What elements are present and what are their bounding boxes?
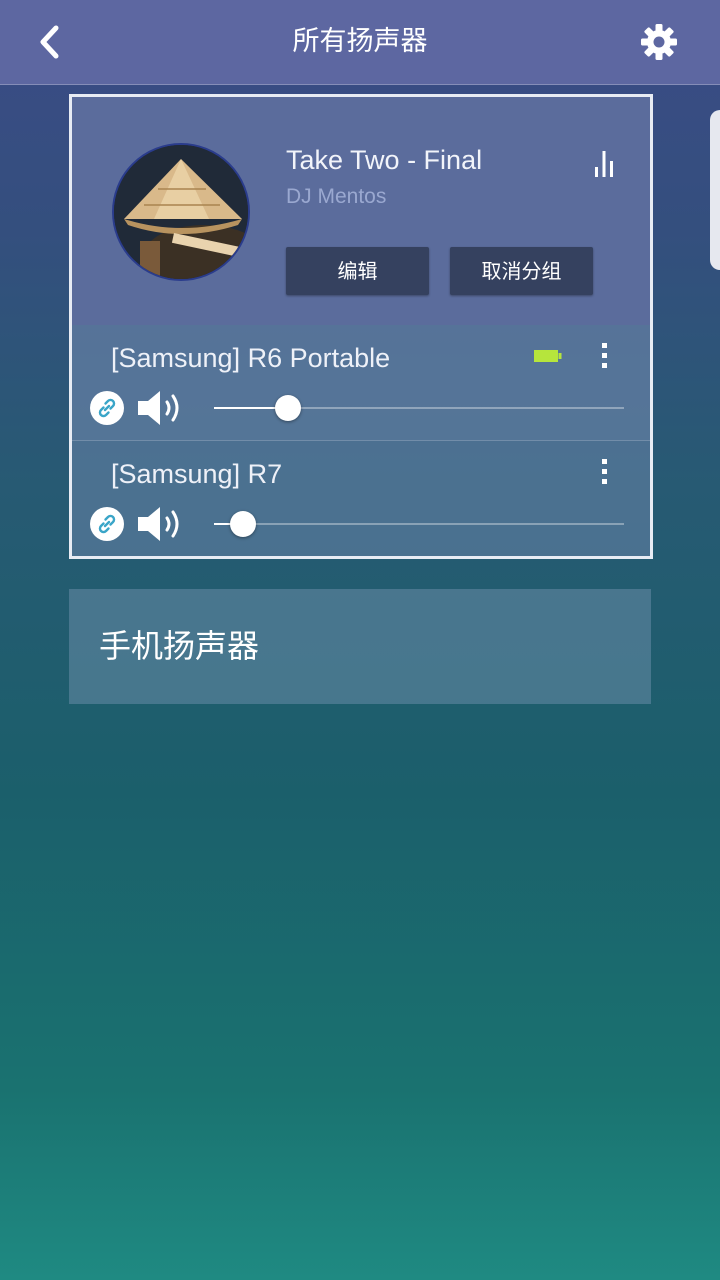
speaker-group-card: Take Two - Final DJ Mentos 编辑 取消分组 [Sams… [69, 94, 653, 559]
chain-link-icon [98, 398, 116, 418]
chain-link-icon [98, 514, 116, 534]
speaker-name: [Samsung] R6 Portable [111, 343, 391, 373]
app-header: 所有扬声器 [0, 0, 720, 85]
now-playing-panel: Take Two - Final DJ Mentos 编辑 取消分组 [72, 97, 650, 325]
more-options-icon[interactable] [594, 341, 614, 371]
edge-panel-handle[interactable] [710, 110, 720, 270]
edit-button[interactable]: 编辑 [286, 247, 429, 295]
page-title: 所有扬声器 [292, 26, 428, 57]
volume-icon[interactable] [138, 507, 186, 541]
phone-speaker-label: 手机扬声器 [99, 627, 260, 665]
equalizer-bars-icon[interactable] [594, 151, 614, 177]
gear-icon [641, 24, 677, 60]
volume-slider[interactable] [214, 395, 624, 421]
track-artist: DJ Mentos [286, 185, 387, 208]
volume-slider-thumb[interactable] [229, 511, 256, 537]
speaker-row: [Samsung] R6 Portable [72, 325, 650, 441]
battery-icon [534, 350, 562, 362]
volume-icon[interactable] [138, 391, 186, 425]
settings-button[interactable] [638, 21, 680, 63]
speaker-name: [Samsung] R7 [111, 459, 283, 489]
link-icon[interactable] [90, 507, 124, 541]
link-icon[interactable] [90, 391, 124, 425]
speaker-row: [Samsung] R7 [72, 441, 650, 556]
volume-slider[interactable] [214, 511, 624, 537]
album-art-image [114, 145, 248, 279]
album-art[interactable] [112, 143, 250, 281]
more-options-icon[interactable] [594, 457, 614, 487]
ungroup-button[interactable]: 取消分组 [450, 247, 593, 295]
track-title: Take Two - Final [286, 145, 483, 175]
phone-speaker-card[interactable]: 手机扬声器 [69, 589, 651, 704]
volume-slider-thumb[interactable] [274, 395, 301, 421]
